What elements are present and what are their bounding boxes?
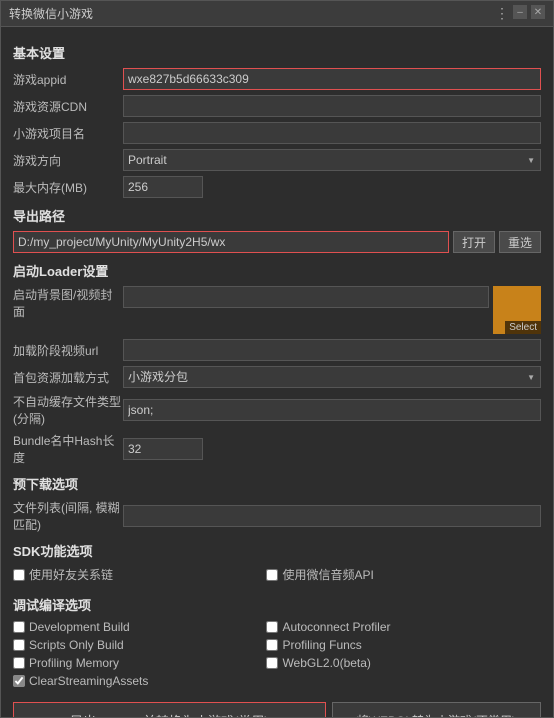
loading-url-label: 加载阶段视频url [13,342,123,359]
sdk-options-header: SDK功能选项 [13,541,541,560]
loader-settings-header: 启动Loader设置 [13,261,541,280]
debug-checkbox-group: Development Build Autoconnect Profiler S… [13,620,541,692]
minimize-button[interactable]: – [513,5,527,19]
webgl2-checkbox[interactable] [266,657,278,669]
clear-streaming-checkbox[interactable] [13,675,25,687]
bg-image-row: 启动背景图/视频封面 Select [13,286,541,334]
scripts-only-item: Scripts Only Build [13,638,266,652]
export-path-header: 导出路径 [13,206,541,225]
export-path-input[interactable] [13,231,449,253]
clear-streaming-label: ClearStreamingAssets [29,674,148,688]
appid-input[interactable] [123,68,541,90]
profiling-funcs-checkbox[interactable] [266,639,278,651]
title-bar-controls: ⋮ – ✕ [495,5,545,22]
dev-build-checkbox[interactable] [13,621,25,633]
window-menu-icon[interactable]: ⋮ [495,5,509,22]
bundle-hash-input[interactable] [123,438,203,460]
profiling-funcs-label: Profiling Funcs [282,638,361,652]
predownload-header: 预下载选项 [13,474,541,493]
debug-options-header: 调试编译选项 [13,595,541,614]
max-memory-input[interactable] [123,176,203,198]
bg-image-preview: Select [493,286,541,334]
profiling-funcs-item: Profiling Funcs [266,638,519,652]
bg-image-label: 启动背景图/视频封面 [13,286,123,320]
orientation-row: 游戏方向 Portrait Landscape Auto [13,149,541,171]
scripts-only-checkbox[interactable] [13,639,25,651]
dev-build-item: Development Build [13,620,266,634]
autoconnect-checkbox[interactable] [266,621,278,633]
max-memory-row: 最大内存(MB) [13,176,541,198]
autoconnect-label: Autoconnect Profiler [282,620,390,634]
project-name-label: 小游戏项目名 [13,125,123,142]
profiling-memory-checkbox[interactable] [13,657,25,669]
first-load-label: 首包资源加载方式 [13,369,123,386]
file-list-input[interactable] [123,505,541,527]
close-button[interactable]: ✕ [531,5,545,19]
max-memory-label: 最大内存(MB) [13,179,123,196]
basic-settings-header: 基本设置 [13,43,541,62]
first-load-row: 首包资源加载方式 小游戏分包 普通下载 [13,366,541,388]
appid-row: 游戏appid [13,68,541,90]
main-window: 转换微信小游戏 ⋮ – ✕ 基本设置 游戏appid 游戏资源CDN 小游戏项目… [0,0,554,718]
webgl2-item: WebGL2.0(beta) [266,656,519,670]
autoconnect-item: Autoconnect Profiler [266,620,519,634]
cdn-input[interactable] [123,95,541,117]
sdk-checkbox-group: 使用好友关系链 使用微信音频API [13,566,541,587]
wechat-audio-label: 使用微信音频API [282,566,373,583]
no-cache-label: 不自动缓存文件类型(分隔) [13,393,123,427]
webgl2-label: WebGL2.0(beta) [282,656,371,670]
orientation-select-wrapper: Portrait Landscape Auto [123,149,541,171]
dev-build-label: Development Build [29,620,130,634]
project-name-input[interactable] [123,122,541,144]
no-cache-input[interactable] [123,399,541,421]
title-bar-left: 转换微信小游戏 [9,5,93,22]
file-list-label: 文件列表(间隔, 模糊匹配) [13,499,123,533]
select-label[interactable]: Select [505,321,541,334]
bundle-hash-row: Bundle名中Hash长度 [13,432,541,466]
orientation-select[interactable]: Portrait Landscape Auto [123,149,541,171]
friend-relation-label: 使用好友关系链 [29,566,113,583]
appid-label: 游戏appid [13,71,123,88]
no-cache-row: 不自动缓存文件类型(分隔) [13,393,541,427]
open-path-button[interactable]: 打开 [453,231,495,253]
bg-image-input[interactable] [123,286,489,308]
profiling-memory-label: Profiling Memory [29,656,119,670]
first-load-select-wrapper: 小游戏分包 普通下载 [123,366,541,388]
loading-url-input[interactable] [123,339,541,361]
wechat-audio-item: 使用微信音频API [266,566,519,583]
export-path-row: 打开 重选 [13,231,541,253]
export-webgl-button[interactable]: 导出WEBGL并转换为小游戏(常用) [13,702,326,717]
cdn-label: 游戏资源CDN [13,98,123,115]
clear-streaming-item: ClearStreamingAssets [13,674,541,688]
profiling-memory-item: Profiling Memory [13,656,266,670]
friend-relation-item: 使用好友关系链 [13,566,266,583]
orientation-label: 游戏方向 [13,152,123,169]
friend-relation-checkbox[interactable] [13,569,25,581]
file-list-row: 文件列表(间隔, 模糊匹配) [13,499,541,533]
loading-url-row: 加载阶段视频url [13,339,541,361]
convert-webgl-button[interactable]: 将WEBGL转为小游戏(不常用) [332,702,541,717]
title-bar: 转换微信小游戏 ⋮ – ✕ [1,1,553,27]
scripts-only-label: Scripts Only Build [29,638,124,652]
first-load-select[interactable]: 小游戏分包 普通下载 [123,366,541,388]
window-title: 转换微信小游戏 [9,5,93,22]
project-name-row: 小游戏项目名 [13,122,541,144]
main-content: 基本设置 游戏appid 游戏资源CDN 小游戏项目名 游戏方向 Portrai… [1,27,553,717]
bottom-buttons: 导出WEBGL并转换为小游戏(常用) 将WEBGL转为小游戏(不常用) [13,702,541,717]
reset-path-button[interactable]: 重选 [499,231,541,253]
wechat-audio-checkbox[interactable] [266,569,278,581]
bundle-hash-label: Bundle名中Hash长度 [13,432,123,466]
cdn-row: 游戏资源CDN [13,95,541,117]
